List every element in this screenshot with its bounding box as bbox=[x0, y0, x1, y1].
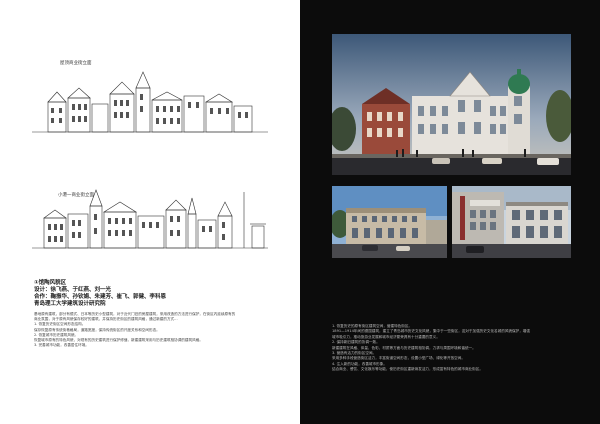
elevation-drawing-top bbox=[32, 71, 268, 133]
sketch-top-label: 屋顶商业街立面 bbox=[60, 61, 92, 66]
sketch-bottom-label: 小港一商业街立面 bbox=[58, 193, 94, 198]
caption-collaborators: 合作：鞠振华、孙钦娟、朱建芳、崔飞、郭健、李科恩 bbox=[34, 294, 167, 300]
left-panel: 屋顶商业街立面 小港一商业街立面 ①馆陶风貌区 设计：徐飞燕、于红燕、刘一光 合… bbox=[0, 0, 300, 424]
right-body-text: 1. 恢复历史的原有街区建筑空间，营建特色街区。 1891—1914年间的德国建… bbox=[332, 324, 578, 373]
left-text-line: 3. 完善城市功能，改善居住环境。 bbox=[34, 343, 89, 348]
elevation-sketch-bottom: 小港一商业街立面 bbox=[30, 184, 270, 274]
caption-designers: 设计：徐飞燕、于红燕、刘一光 bbox=[34, 287, 112, 293]
right-text-line: 结合商业、餐饮、文化娱乐等功能，使历史街区重新焕发活力，形成富有特色的城市商业街… bbox=[332, 367, 483, 372]
left-body-text: 基地原有建筑，部分有德式、日本等历史小型建筑，对于近代门旧的房屋建筑，采用改造的… bbox=[34, 312, 270, 348]
street-rendering-a bbox=[332, 186, 447, 258]
main-street-rendering bbox=[332, 34, 571, 175]
elevation-sketch-top: 屋顶商业街立面 bbox=[30, 58, 270, 148]
presentation-board: 屋顶商业街立面 小港一商业街立面 ①馆陶风貌区 设计：徐飞燕、于红燕、刘一光 合… bbox=[0, 0, 600, 424]
caption-project: ①馆陶风貌区 bbox=[34, 280, 67, 286]
street-rendering-b bbox=[452, 186, 571, 258]
caption-institute: 青岛理工大学建筑设计研究院 bbox=[34, 301, 106, 307]
